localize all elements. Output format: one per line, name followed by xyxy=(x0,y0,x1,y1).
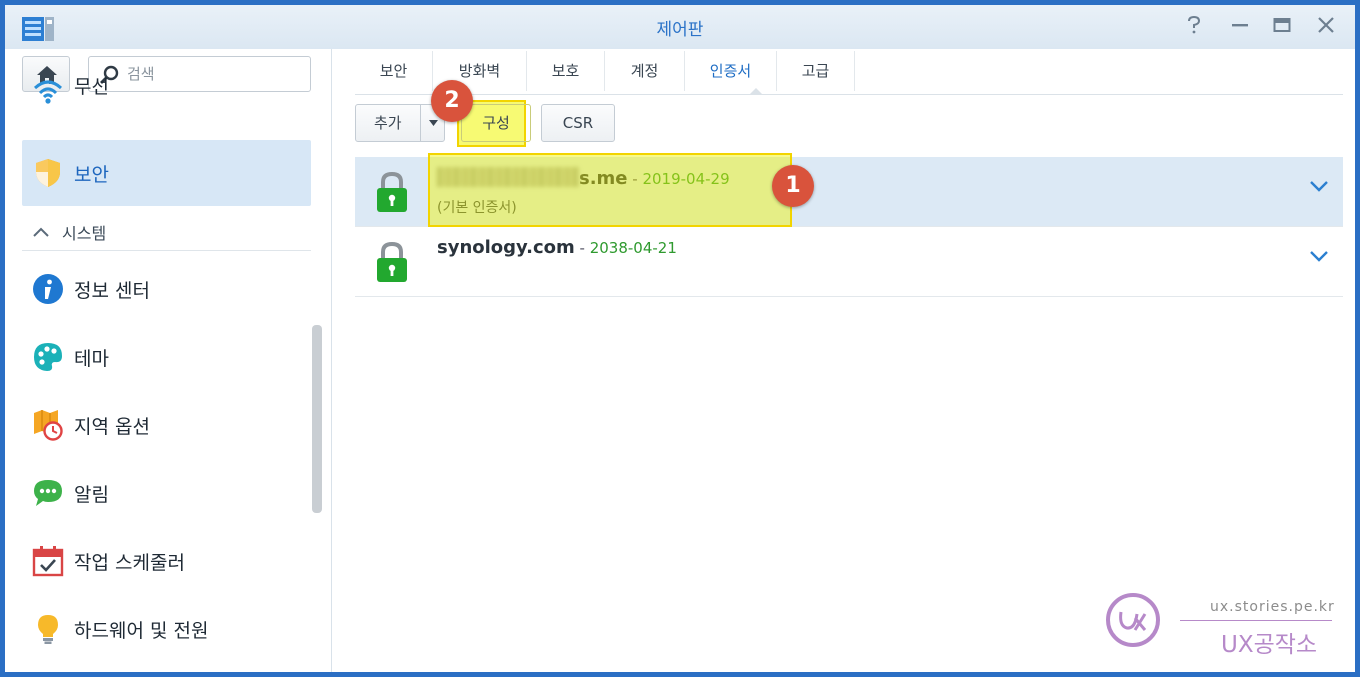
lock-icon xyxy=(377,241,407,282)
tab-security[interactable]: 보안 xyxy=(355,51,433,91)
split-divider xyxy=(420,105,421,141)
sidebar-item-label: 테마 xyxy=(74,348,109,370)
sidebar-item-label: 보안 xyxy=(74,164,109,186)
info-icon xyxy=(33,274,63,304)
sidebar-item-info-center[interactable]: 정보 센터 xyxy=(22,256,311,322)
watermark-divider xyxy=(1180,620,1332,621)
csr-button[interactable]: CSR xyxy=(541,104,615,142)
tab-account[interactable]: 계정 xyxy=(605,51,685,91)
step-badge-1: 1 xyxy=(772,165,814,207)
csr-button-label: CSR xyxy=(562,114,594,132)
close-icon[interactable] xyxy=(1313,14,1339,40)
sidebar-item-theme[interactable]: 테마 xyxy=(22,324,311,390)
step-badge-2: 2 xyxy=(431,80,473,122)
sidebar-item-label: 정보 센터 xyxy=(74,280,150,302)
active-tab-indicator xyxy=(749,88,763,95)
maximize-icon[interactable] xyxy=(1269,14,1295,40)
sidebar-item-notification[interactable]: 알림 xyxy=(22,460,311,526)
help-icon[interactable] xyxy=(1181,14,1207,40)
section-label: 시스템 xyxy=(62,224,107,243)
chevron-down-icon[interactable] xyxy=(1309,249,1329,263)
calendar-check-icon xyxy=(32,546,64,577)
watermark-url: ux.stories.pe.kr xyxy=(1210,599,1335,615)
certificate-name: synology.com - 2038-04-21 xyxy=(437,237,677,258)
sidebar-item-hardware-power[interactable]: 하드웨어 및 전원 xyxy=(22,596,311,662)
sidebar-item-label: 작업 스케줄러 xyxy=(74,552,185,574)
chevron-up-icon xyxy=(33,227,49,237)
tab-advanced[interactable]: 고급 xyxy=(777,51,855,91)
palette-icon xyxy=(34,343,62,371)
minimize-icon[interactable] xyxy=(1227,14,1253,40)
window-title: 제어판 xyxy=(656,20,704,40)
ux-logo-icon xyxy=(1106,593,1160,647)
chat-bubble-icon xyxy=(34,480,62,506)
sidebar-item-security[interactable]: 보안 xyxy=(22,140,311,206)
watermark-name: UX공작소 xyxy=(1221,632,1318,658)
sidebar-item-task-scheduler[interactable]: 작업 스케줄러 xyxy=(22,528,311,594)
add-button-label: 추가 xyxy=(374,114,402,132)
add-button[interactable]: 추가 xyxy=(355,104,445,142)
lock-icon xyxy=(377,171,407,212)
tab-bar: 보안 방화벽 보호 계정 인증서 고급 xyxy=(355,51,1343,95)
sidebar-item-label: 무선 xyxy=(74,76,109,98)
main-content: 보안 방화벽 보호 계정 인증서 고급 추가 구성 CSR 2 s.me - 2… xyxy=(333,49,1355,672)
title-bar: 제어판 xyxy=(5,5,1355,49)
wifi-icon xyxy=(33,80,63,104)
sidebar-section-system[interactable]: 시스템 xyxy=(22,215,311,251)
lightbulb-icon xyxy=(38,615,58,644)
tab-certificate[interactable]: 인증서 xyxy=(685,51,777,91)
certificate-row-synology[interactable]: synology.com - 2038-04-21 xyxy=(355,227,1343,297)
sidebar-scrollbar[interactable] xyxy=(312,325,322,513)
configure-button[interactable]: 구성 xyxy=(461,104,531,142)
caret-down-icon[interactable] xyxy=(429,120,438,126)
sidebar-item-label: 알림 xyxy=(74,484,109,506)
shield-icon xyxy=(36,159,60,187)
sidebar-item-label: 지역 옵션 xyxy=(74,416,150,438)
sidebar-item-wireless[interactable]: 무선 xyxy=(22,72,311,116)
map-clock-icon xyxy=(34,410,63,441)
tab-protection[interactable]: 보호 xyxy=(527,51,605,91)
configure-button-label: 구성 xyxy=(482,114,510,132)
sidebar-item-label: 하드웨어 및 전원 xyxy=(74,620,209,642)
control-panel-window: 제어판 검색 무선 보안 시스템 정보 센터 테마 지역 옵션 알림 작업 스케… xyxy=(5,5,1355,672)
sidebar: 무선 보안 시스템 정보 센터 xyxy=(5,49,332,672)
sidebar-item-regional-options[interactable]: 지역 옵션 xyxy=(22,392,311,458)
chevron-down-icon[interactable] xyxy=(1309,179,1329,193)
certificate-highlight xyxy=(428,153,792,227)
certificate-expiry-date: 2038-04-21 xyxy=(589,239,677,257)
